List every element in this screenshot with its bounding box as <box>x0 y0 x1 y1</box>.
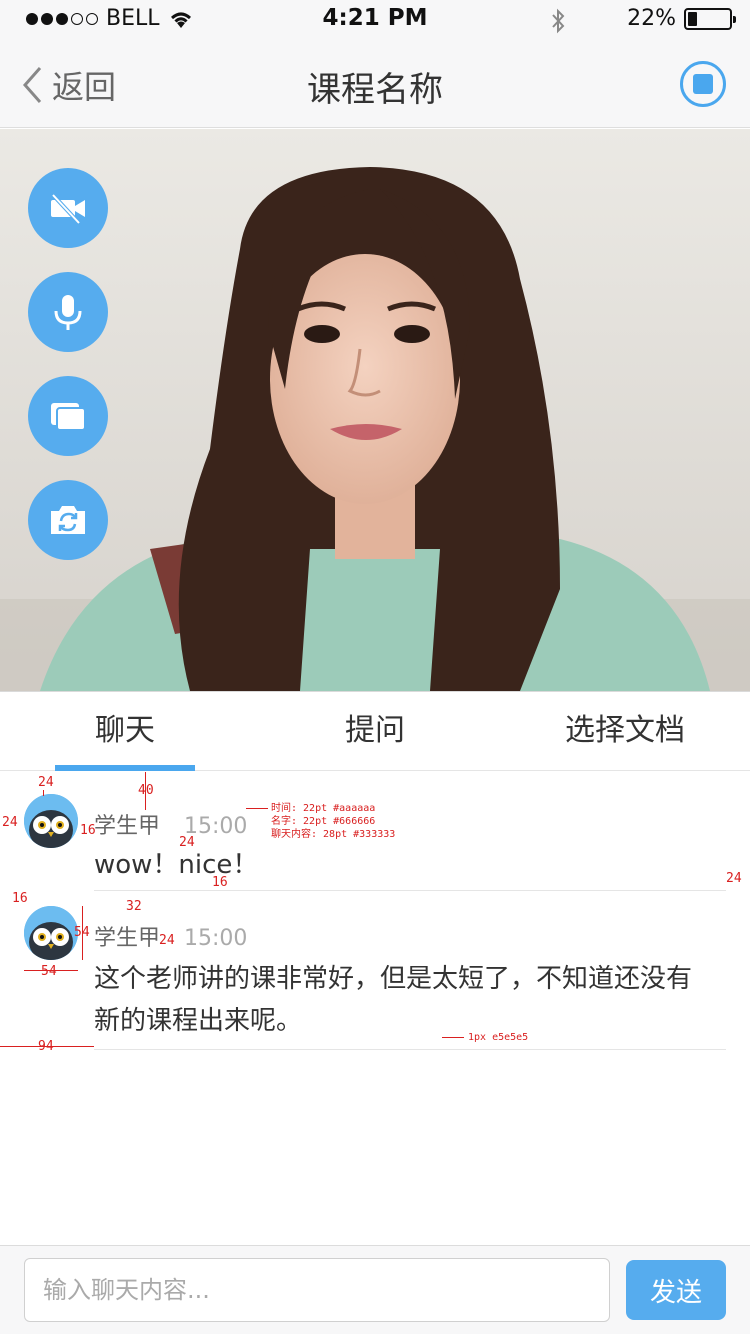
stop-icon <box>693 74 713 94</box>
camera-off-icon <box>51 193 85 225</box>
bluetooth-icon <box>552 8 565 34</box>
chat-input[interactable] <box>24 1258 610 1322</box>
annotation-label: 16 <box>12 891 28 906</box>
battery-icon <box>684 7 736 30</box>
annotation-label: 32 <box>126 899 142 914</box>
message-header: 学生甲 15:00 <box>94 808 247 840</box>
annotation-label: 16 <box>80 823 96 838</box>
switch-camera-icon <box>51 506 85 534</box>
annotation-label: 24 <box>159 933 175 948</box>
tab-bar: 聊天 提问 选择文档 <box>0 691 750 771</box>
annotation-line <box>145 772 146 810</box>
screen-share-button[interactable] <box>28 376 108 456</box>
annotation-label: 24 <box>179 835 195 850</box>
status-right: 22% <box>627 6 736 31</box>
tab-chat[interactable]: 聊天 <box>0 692 250 771</box>
annotation-label: 24 <box>38 775 54 790</box>
owl-avatar-icon <box>24 906 78 960</box>
annotation-note-divider: 1px e5e5e5 <box>468 1032 529 1043</box>
message-text: wow！nice！ <box>94 850 259 880</box>
annotation-line <box>246 808 268 809</box>
chat-list: 学生甲 15:00 wow！nice！ 学生甲 15:00 这个老师讲的课非常好… <box>0 772 750 1244</box>
page-title: 课程名称 <box>307 70 443 110</box>
status-bar: BELL 4:21 PM 22% <box>0 0 750 40</box>
avatar <box>24 794 78 848</box>
annotation-label: 54 <box>41 964 57 979</box>
message-divider <box>94 1049 726 1050</box>
sender-name: 学生甲 <box>94 814 161 839</box>
annotation-label: 24 <box>726 871 742 886</box>
send-button[interactable]: 发送 <box>626 1260 726 1320</box>
annotation-note-name: 名字: 22pt #666666 <box>271 816 376 827</box>
annotation-note-content: 聊天内容: 28pt #333333 <box>271 829 396 840</box>
annotation-line <box>43 790 44 796</box>
annotation-line <box>82 906 83 960</box>
teacher-video-image <box>0 129 750 691</box>
annotation-line <box>24 970 78 971</box>
microphone-button[interactable] <box>28 272 108 352</box>
stop-button[interactable] <box>680 61 726 107</box>
sender-name: 学生甲 <box>94 926 161 951</box>
message-time: 15:00 <box>184 926 248 951</box>
owl-avatar-icon <box>24 794 78 848</box>
message-text: 这个老师讲的课非常好，但是太短了，不知道还没有新的课程出来呢。 <box>94 964 693 1036</box>
message-divider <box>94 890 726 891</box>
chat-input-bar: 发送 <box>0 1245 750 1334</box>
switch-camera-button[interactable] <box>28 480 108 560</box>
tab-questions[interactable]: 提问 <box>250 692 500 770</box>
battery-fill <box>688 11 697 26</box>
navigation-bar: 返回 课程名称 <box>0 40 750 128</box>
annotation-note: 时间: 22pt #aaaaaa 名字: 22pt #666666 聊天内容: … <box>271 802 395 841</box>
annotation-line <box>442 1037 464 1038</box>
battery-percent: 22% <box>627 6 676 31</box>
video-feed <box>0 129 750 691</box>
annotation-note-time: 时间: 22pt #aaaaaa <box>271 803 376 814</box>
tab-select-document[interactable]: 选择文档 <box>500 692 750 770</box>
annotation-label: 24 <box>2 815 18 830</box>
annotation-label: 16 <box>212 875 228 890</box>
annotation-line <box>0 1046 94 1047</box>
screen-share-icon <box>51 403 86 431</box>
camera-toggle-button[interactable] <box>28 168 108 248</box>
avatar <box>24 906 78 960</box>
microphone-icon <box>54 295 82 330</box>
